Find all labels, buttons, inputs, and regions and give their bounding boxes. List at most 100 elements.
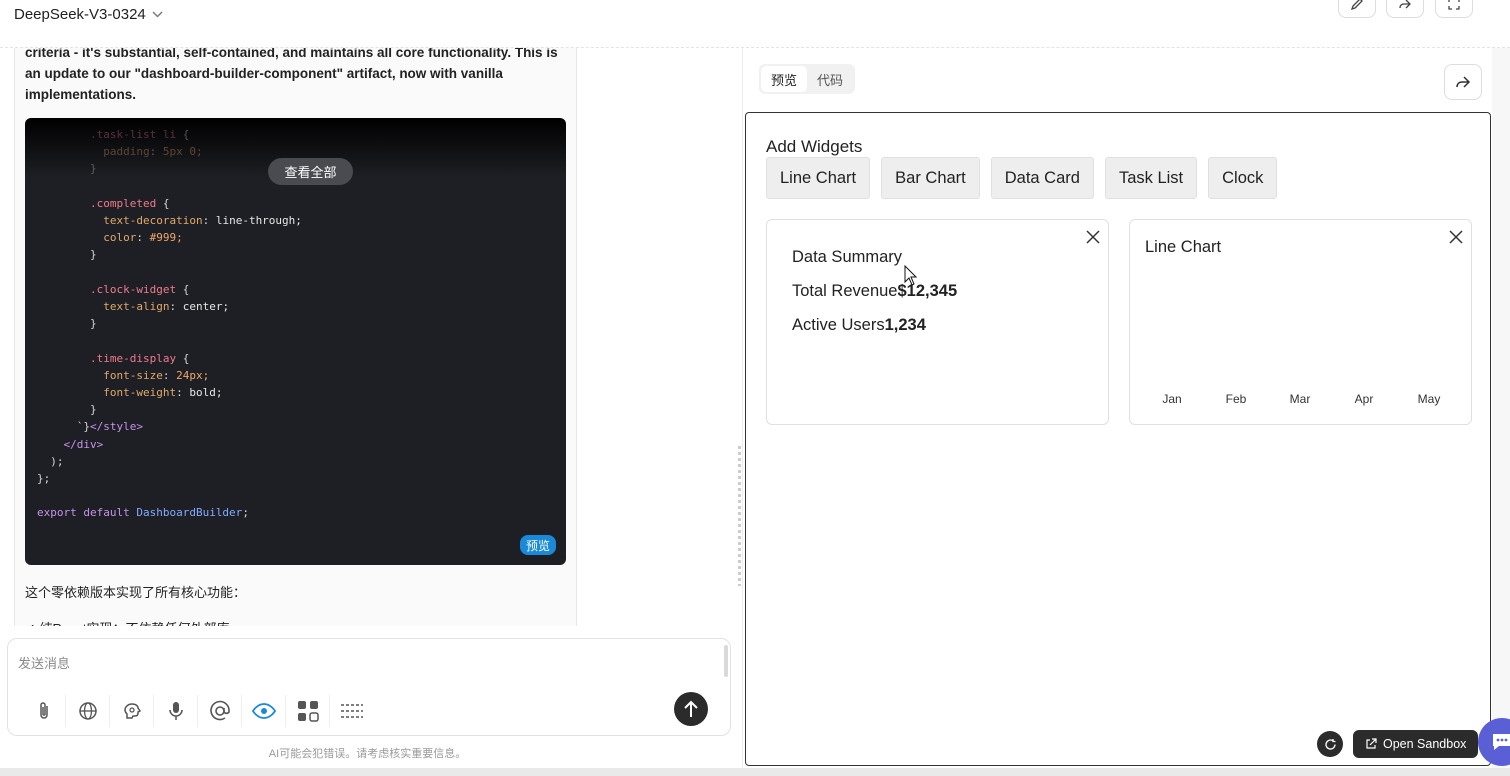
eye-icon <box>251 703 276 719</box>
add-bar-chart-button[interactable]: Bar Chart <box>881 157 980 199</box>
preview-frame: Add Widgets Line Chart Bar Chart Data Ca… <box>745 112 1491 766</box>
fullscreen-button[interactable] <box>1435 0 1473 18</box>
send-button[interactable] <box>674 692 708 726</box>
revenue-row: Total Revenue$12,345 <box>792 282 957 301</box>
open-sandbox-label: Open Sandbox <box>1383 737 1467 751</box>
expand-icon <box>1448 0 1460 10</box>
x-tick-label: Apr <box>1354 392 1374 406</box>
chevron-down-icon <box>152 9 163 21</box>
x-tick-label: Jan <box>1162 392 1182 406</box>
open-sandbox-button[interactable]: Open Sandbox <box>1353 730 1479 758</box>
code-line: }; <box>37 472 51 486</box>
code-line: .time-display { <box>89 351 190 365</box>
add-clock-button[interactable]: Clock <box>1208 157 1278 199</box>
message-text: criteria - it's substantial, self-contai… <box>25 48 558 102</box>
composer-toolbar <box>22 695 374 727</box>
summary-text: 这个零依赖版本实现了所有核心功能： <box>25 585 247 600</box>
artifact-panel: 预览 代码 Add Widgets Line Chart Bar Chart D… <box>742 48 1492 776</box>
tab-preview[interactable]: 预览 <box>761 66 808 92</box>
view-all-button[interactable]: 查看全部 <box>268 158 353 185</box>
chat-area: criteria - it's substantial, self-contai… <box>0 48 742 776</box>
model-name: DeepSeek-V3-0324 <box>14 6 146 23</box>
edit-button[interactable] <box>1338 0 1376 18</box>
arrow-up-icon <box>684 700 698 717</box>
pencil-icon <box>1350 0 1363 11</box>
top-bar: DeepSeek-V3-0324 <box>0 0 1510 48</box>
code-line: padding: 5px 0; <box>103 145 203 159</box>
code-line: color: #999; <box>103 231 183 245</box>
share-artifact-button[interactable] <box>1444 64 1482 100</box>
code-line: text-decoration: line-through; <box>103 214 302 228</box>
code-block: .task-list li { padding: 5px 0; } .compl… <box>25 118 566 565</box>
code-line: } <box>37 403 97 417</box>
attach-button[interactable] <box>22 695 66 727</box>
sandbox-toolbar: Open Sandbox <box>1317 730 1479 758</box>
code-lines: .task-list li { padding: 5px 0; } .compl… <box>37 126 302 522</box>
web-search-button[interactable] <box>66 695 110 727</box>
code-line: `}</style> <box>37 420 143 434</box>
code-line: .completed { <box>89 196 170 210</box>
users-row: Active Users1,234 <box>792 316 926 335</box>
share-arrow-icon <box>1456 76 1471 88</box>
message-input[interactable]: 发送消息 <box>18 653 70 672</box>
refresh-icon <box>1324 738 1336 750</box>
code-line: </div> <box>63 437 104 451</box>
x-tick-label: May <box>1417 392 1441 406</box>
share-top-button[interactable] <box>1386 0 1424 18</box>
share-arrow-icon <box>1399 0 1411 9</box>
code-line: } <box>37 248 97 262</box>
divider-lines-icon <box>341 704 363 718</box>
preview-toggle-button[interactable] <box>242 695 286 727</box>
preview-badge-button[interactable]: 预览 <box>519 535 556 555</box>
view-tabs: 预览 代码 <box>759 64 856 94</box>
x-tick-label: Mar <box>1289 392 1311 406</box>
more-tools-button[interactable] <box>330 695 374 727</box>
code-line: } <box>37 162 97 176</box>
refresh-button[interactable] <box>1317 731 1343 757</box>
code-line: ); <box>37 454 64 468</box>
users-value: 1,234 <box>884 316 926 334</box>
code-line: export default DashboardBuilder; <box>37 506 249 520</box>
message-composer[interactable]: 发送消息 <box>7 638 731 736</box>
microphone-icon <box>168 702 183 720</box>
globe-icon <box>78 702 97 720</box>
x-axis: Jan Feb Mar Apr May <box>1145 392 1465 412</box>
line-chart-title: Line Chart <box>1145 238 1222 256</box>
tab-code[interactable]: 代码 <box>807 66 853 92</box>
add-data-card-button[interactable]: Data Card <box>990 157 1094 199</box>
users-label: Active Users <box>792 316 885 334</box>
panel-resize-handle[interactable] <box>738 446 741 586</box>
data-summary-widget: Data Summary Total Revenue$12,345 Active… <box>766 219 1109 425</box>
widget-button-row: Line Chart Bar Chart Data Card Task List… <box>766 157 1278 199</box>
code-line: text-align: center; <box>103 300 230 314</box>
add-task-list-button[interactable]: Task List <box>1104 157 1198 199</box>
input-scrollbar[interactable] <box>724 645 728 677</box>
deep-think-button[interactable] <box>110 695 154 727</box>
brain-icon <box>123 703 141 719</box>
code-line: .task-list li { <box>89 128 190 141</box>
mouse-cursor-icon <box>904 265 918 286</box>
code-line: font-weight: bold; <box>103 386 223 400</box>
apps-icon <box>297 701 319 722</box>
disclaimer-text: AI可能会犯错误。请考虑核实重要信息。 <box>268 748 467 760</box>
code-line: } <box>37 317 97 331</box>
code-line: font-size: 24px; <box>103 368 210 382</box>
bottom-edge <box>0 768 1510 776</box>
voice-button[interactable] <box>154 695 198 727</box>
model-selector[interactable]: DeepSeek-V3-0324 <box>14 6 163 23</box>
line-chart-widget: Line Chart Jan Feb Mar Apr May <box>1129 219 1472 425</box>
x-tick-label: Feb <box>1225 392 1247 406</box>
mention-button[interactable] <box>198 695 242 727</box>
add-line-chart-button[interactable]: Line Chart <box>766 157 871 199</box>
close-icon[interactable] <box>1086 230 1100 244</box>
close-icon[interactable] <box>1449 230 1463 244</box>
apps-button[interactable] <box>286 695 330 727</box>
at-icon <box>209 700 230 721</box>
page-scrollbar[interactable] <box>1492 48 1510 776</box>
assistant-message: criteria - it's substantial, self-contai… <box>14 48 577 626</box>
revenue-label: Total Revenue <box>792 282 898 300</box>
feature-bullet: ✓ 纯React实现：不依赖任何外部库 <box>25 618 229 626</box>
